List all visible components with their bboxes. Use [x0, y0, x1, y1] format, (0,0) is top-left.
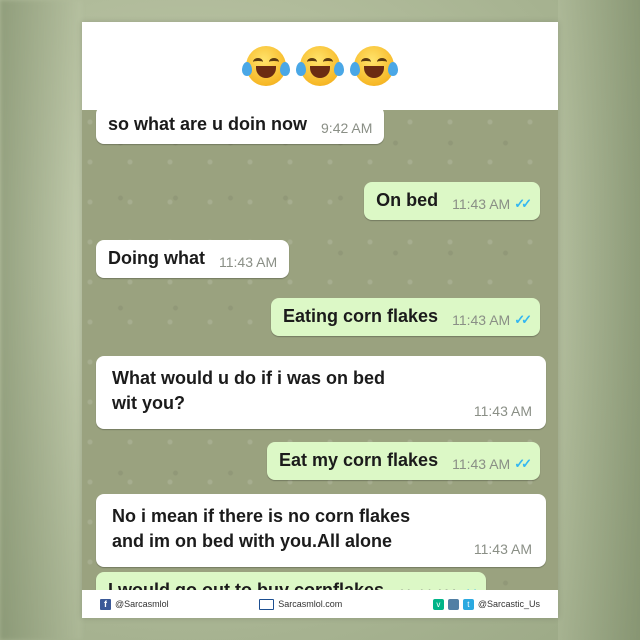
message-text: Doing what — [108, 248, 205, 268]
chat-thread: so what are u doin now 9:42 AM On bed 11… — [82, 110, 558, 606]
tears-of-joy-emoji-icon — [242, 46, 290, 86]
incoming-message-bubble: so what are u doin now 9:42 AM — [96, 110, 385, 144]
message-time: 9:42 AM — [321, 120, 373, 136]
facebook-handle: @Sarcasmlol — [115, 599, 169, 609]
outgoing-message-bubble: Eating corn flakes 11:43 AM ✓✓ — [271, 298, 540, 336]
blurred-background-right — [558, 0, 640, 640]
monitor-icon — [259, 598, 275, 610]
incoming-message-bubble: What would u do if i was on bed wit you?… — [96, 356, 546, 429]
outgoing-message-bubble: On bed 11:43 AM ✓✓ — [364, 182, 540, 220]
message-time: 11:43 AM — [452, 312, 511, 328]
read-ticks-icon: ✓✓ — [514, 312, 532, 327]
website-credit: Sarcasmlol.com — [259, 598, 343, 610]
message-line: What would u do if i was on bed — [112, 368, 385, 388]
message-line: No i mean if there is no corn flakes — [112, 506, 411, 526]
message-time: 11:43 AM — [219, 254, 278, 270]
tears-of-joy-emoji-icon — [350, 46, 398, 86]
message-time: 11:43 AM — [452, 196, 511, 212]
message-text: so what are u doin now — [108, 114, 308, 134]
message-time: 11:43 AM — [473, 403, 532, 419]
message-time: 11:43 AM — [473, 541, 532, 557]
meme-card: so what are u doin now 9:42 AM On bed 11… — [82, 22, 558, 618]
credits-footer: f @Sarcasmlol Sarcasmlol.com v t @Sarcas… — [82, 590, 558, 618]
social-handle: @Sarcastic_Us — [477, 599, 540, 609]
emoji-header — [82, 22, 558, 110]
twitter-icon: t — [462, 598, 474, 610]
incoming-message-bubble: Doing what 11:43 AM — [96, 240, 290, 278]
social-credit: v t @Sarcastic_Us — [432, 598, 540, 610]
incoming-message-bubble: No i mean if there is no corn flakes and… — [96, 494, 546, 567]
message-text: On bed — [376, 190, 439, 210]
instagram-icon — [447, 598, 459, 610]
facebook-icon: f — [100, 598, 111, 610]
website-url: Sarcasmlol.com — [278, 599, 343, 609]
message-text: Eat my corn flakes — [279, 450, 439, 470]
read-ticks-icon: ✓✓ — [514, 196, 532, 211]
outgoing-message-bubble: Eat my corn flakes 11:43 AM ✓✓ — [267, 442, 540, 480]
message-text: Eating corn flakes — [283, 306, 439, 326]
vine-icon: v — [432, 598, 444, 610]
blurred-background-left — [0, 0, 82, 640]
tears-of-joy-emoji-icon — [296, 46, 344, 86]
facebook-credit: f @Sarcasmlol — [100, 598, 169, 610]
message-time: 11:43 AM — [452, 456, 511, 472]
read-ticks-icon: ✓✓ — [514, 456, 532, 471]
